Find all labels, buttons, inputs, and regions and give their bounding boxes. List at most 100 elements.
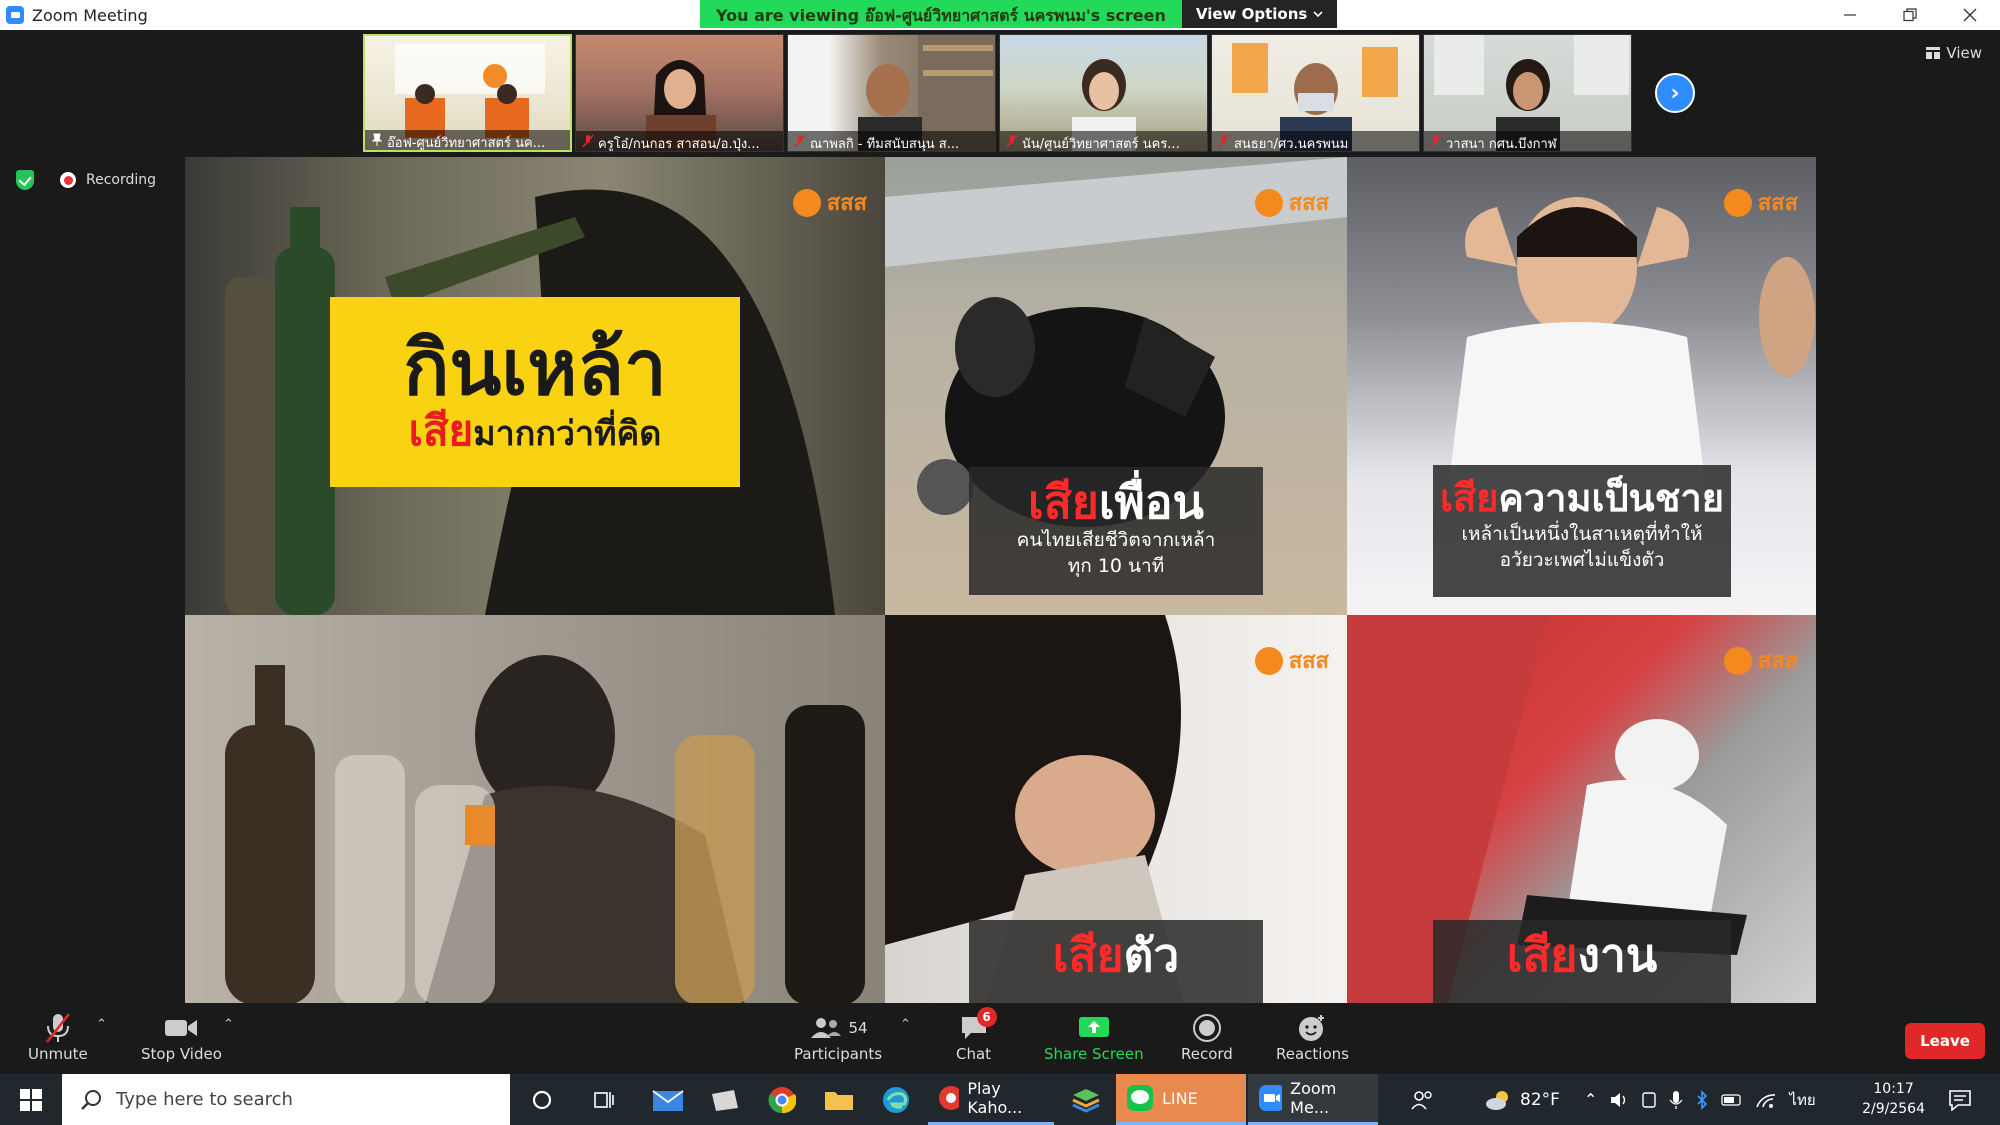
next-participants-button[interactable]: › <box>1655 73 1695 113</box>
participants-count: 54 <box>848 1019 868 1037</box>
leave-button[interactable]: Leave <box>1905 1023 1985 1059</box>
video-options-caret[interactable]: ⌃ <box>223 1017 234 1032</box>
participant-thumbnail[interactable]: วาสนา กศน.บึงกาฬ <box>1423 34 1632 152</box>
unmute-label: Unmute <box>28 1045 88 1063</box>
start-button[interactable] <box>0 1074 62 1125</box>
slide-panel-work: เสียงาน สสส <box>1347 615 1816 1005</box>
cortana-button[interactable] <box>524 1074 560 1125</box>
search-placeholder: Type here to search <box>116 1089 293 1110</box>
unmute-button[interactable]: Unmute <box>28 1011 88 1063</box>
brand-text: สสส <box>1288 191 1329 216</box>
caption-friends-red: เสีย <box>1028 475 1099 529</box>
participants-icon <box>810 1018 841 1038</box>
minimize-button[interactable] <box>1820 0 1880 30</box>
participant-name: ครูโอ๋/กนกอร สาสอน/อ.ปุ่ง... <box>598 137 760 151</box>
view-label: View <box>1946 44 1982 62</box>
chat-unread-badge: 6 <box>976 1007 997 1027</box>
caption-manhood: เสียความเป็นชาย เหล้าเป็นหนึ่งในสาเหตุที… <box>1433 465 1731 597</box>
participant-strip: อ๊อฟ-ศูนย์วิทยาศาสตร์ นค... ครูโอ๋/กนกอร… <box>363 34 1632 152</box>
zoom-app-icon <box>6 6 24 24</box>
file-explorer-button[interactable] <box>819 1074 859 1125</box>
chrome-app-button[interactable] <box>762 1074 802 1125</box>
participant-name: วาสนา กศน.บึงกาฬ <box>1446 137 1557 151</box>
participant-thumbnail[interactable]: สนธยา/ศว.นครพนม <box>1211 34 1420 152</box>
restore-button[interactable] <box>1880 0 1940 30</box>
participant-thumbnail[interactable]: นัน/ศูนย์วิทยาศาสตร์ นคร... <box>999 34 1208 152</box>
brand-circle-icon <box>792 188 821 217</box>
close-button[interactable] <box>1940 0 2000 30</box>
edge-app-button[interactable] <box>876 1074 916 1125</box>
caption-friends: เสียเพื่อน คนไทยเสียชีวิตจากเหล้า ทุก 10… <box>969 467 1263 595</box>
brand-circle-icon <box>1723 188 1752 217</box>
close-icon <box>1963 8 1977 22</box>
caption-manhood-sub1: เหล้าเป็นหนึ่งในสาเหตุที่ทำให้ <box>1461 523 1703 545</box>
stop-video-label: Stop Video <box>141 1045 222 1063</box>
bluetooth-icon[interactable] <box>1695 1089 1709 1110</box>
taskbar-app-zoom[interactable]: Zoom Me... <box>1248 1074 1378 1125</box>
participant-thumbnail[interactable]: ครูโอ๋/กนกอร สาสอน/อ.ปุ่ง... <box>575 34 784 152</box>
input-language-label[interactable]: ไทย <box>1789 1088 1815 1112</box>
taskbar-search-box[interactable]: Type here to search <box>62 1074 510 1125</box>
caption-friends-white: เพื่อน <box>1098 475 1204 529</box>
cortana-circle-icon <box>532 1090 552 1109</box>
mail-app-button[interactable] <box>648 1074 688 1125</box>
view-options-button[interactable]: View Options <box>1181 0 1338 28</box>
reactions-button[interactable]: Reactions <box>1276 1011 1349 1063</box>
window-title: Zoom Meeting <box>32 5 148 25</box>
audio-options-caret[interactable]: ⌃ <box>96 1017 107 1032</box>
people-button[interactable] <box>1404 1074 1440 1125</box>
wifi-icon[interactable] <box>1755 1091 1777 1109</box>
participant-thumbnail[interactable]: ณาพลกิ - ทีมสนับสนุน ส... <box>787 34 996 152</box>
layers-app-button[interactable] <box>1066 1074 1106 1125</box>
participant-thumbnail[interactable]: อ๊อฟ-ศูนย์วิทยาศาสตร์ นค... <box>363 34 572 152</box>
record-label: Record <box>1181 1045 1233 1063</box>
view-button[interactable]: View <box>1926 44 1982 62</box>
windows-logo-icon <box>20 1088 42 1111</box>
caption-manhood-white: ความเป็นชาย <box>1498 476 1725 520</box>
chat-button[interactable]: 6 Chat <box>956 1007 997 1063</box>
brand-logo: สสส <box>792 185 867 220</box>
windows-taskbar: Type here to search Play Kaho... LINE Zo… <box>0 1074 2000 1125</box>
taskbar-clock[interactable]: 10:17 2/9/2564 <box>1862 1079 1925 1119</box>
battery-icon[interactable] <box>1721 1093 1743 1107</box>
participants-button[interactable]: 54 Participants <box>794 1011 882 1063</box>
record-button[interactable]: Record <box>1181 1011 1233 1063</box>
device-icon[interactable] <box>1641 1091 1657 1109</box>
taskbar-app-line[interactable]: LINE <box>1116 1074 1246 1125</box>
show-hidden-icons-caret[interactable]: ⌃ <box>1584 1090 1597 1109</box>
security-shield-icon[interactable] <box>16 170 34 190</box>
share-screen-button[interactable]: Share Screen <box>1044 1011 1144 1063</box>
brand-logo: สสส <box>1254 643 1329 678</box>
alcohol-bottles-image <box>225 655 865 1005</box>
notifications-button[interactable] <box>1940 1074 1980 1125</box>
brand-circle-icon <box>1723 646 1752 675</box>
temperature-label: 82°F <box>1520 1089 1560 1110</box>
window-controls <box>1820 0 2000 30</box>
weather-widget[interactable]: 82°F <box>1484 1074 1560 1125</box>
recording-label: Recording <box>86 172 157 188</box>
meeting-toolbar: Unmute ⌃ Stop Video ⌃ 54 Participants ⌃ … <box>0 1003 2000 1074</box>
caption-manhood-sub2: อวัยวะเพศไม่แข็งตัว <box>1499 549 1665 571</box>
task-view-button[interactable] <box>585 1074 621 1125</box>
chat-label: Chat <box>956 1045 992 1063</box>
microphone-icon[interactable] <box>1669 1090 1683 1110</box>
recording-dot-icon <box>60 172 76 188</box>
line-app-icon <box>1127 1085 1153 1111</box>
stop-video-button[interactable]: Stop Video <box>141 1011 222 1063</box>
muted-mic-icon <box>582 134 594 148</box>
muted-mic-icon <box>1430 134 1442 148</box>
participants-options-caret[interactable]: ⌃ <box>900 1017 911 1032</box>
brand-text: สสส <box>1757 649 1798 674</box>
share-screen-label: Share Screen <box>1044 1045 1144 1063</box>
notes-app-button[interactable] <box>705 1074 745 1125</box>
brand-circle-icon <box>1254 188 1283 217</box>
clock-date: 2/9/2564 <box>1862 1101 1925 1117</box>
taskbar-app-kahoot[interactable]: Play Kaho... <box>928 1074 1054 1125</box>
caption-work-red: เสีย <box>1506 928 1578 982</box>
participant-name: นัน/ศูนย์วิทยาศาสตร์ นคร... <box>1022 137 1180 151</box>
viewing-banner-text: You are viewing อ๊อฟ-ศูนย์วิทยาศาสตร์ นค… <box>700 0 1182 28</box>
search-icon <box>81 1089 101 1110</box>
zoom-taskbar-icon <box>1259 1085 1283 1111</box>
share-screen-icon <box>1078 1017 1109 1037</box>
speaker-icon[interactable] <box>1609 1091 1629 1109</box>
